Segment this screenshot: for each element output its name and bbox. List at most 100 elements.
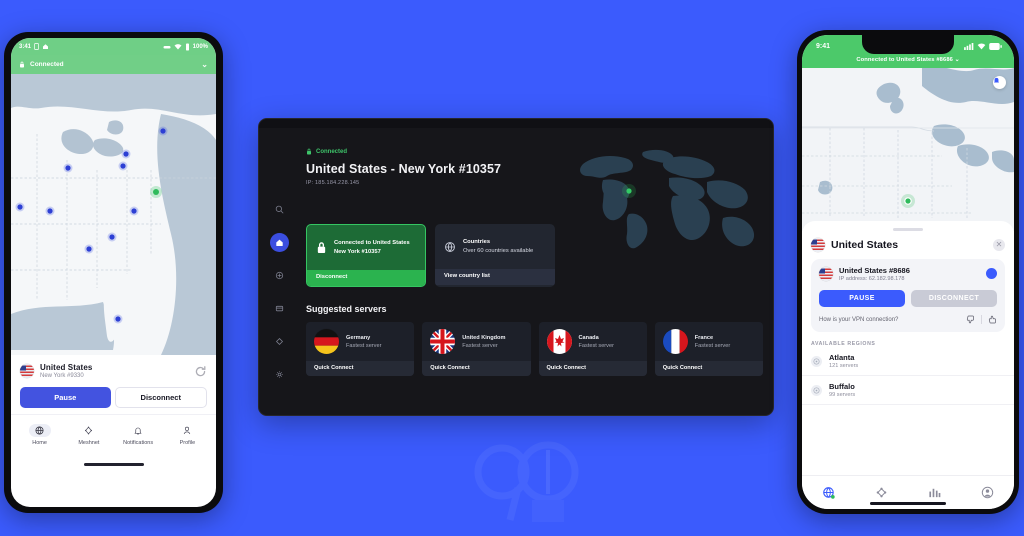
wifi-icon [174,43,182,49]
android-phone-frame: 3:41 100% Connected ⌄ United States New … [4,32,223,513]
android-nav-notifications[interactable]: Notifications [117,424,159,446]
android-nav-meshnet[interactable]: Meshnet [68,424,110,446]
sheet-grabber[interactable] [893,228,923,231]
thumbs-down-icon[interactable] [966,315,975,324]
desktop-countries-card-body: Countries Over 60 countries available [435,224,555,269]
android-screen: 3:41 100% Connected ⌄ United States New … [11,38,216,507]
globe-connected-icon [822,486,835,499]
suggested-server-country: United Kingdom [462,334,506,341]
iphone-screen: 9:41 Connected to United States #8686 ⌄ [802,35,1014,509]
android-action-buttons: Pause Disconnect [20,387,207,408]
iphone-connection-name: United States #8686 [839,265,910,275]
connected-dot-icon [986,268,997,280]
sidebar-item-settings[interactable] [270,365,289,384]
suggested-server-subtitle: Fastest server [462,342,498,349]
desktop-connection-line2: New York #10357 [334,248,381,255]
desktop-ip-address: IP: 185.184.228.145 [306,180,360,186]
home-icon [43,44,49,49]
lock-icon [317,242,326,253]
close-icon[interactable]: ✕ [993,238,1005,251]
sidebar-item-threat-protection[interactable] [270,266,289,285]
iphone-sheet-title: United States [831,238,899,251]
shield-plus-icon [275,271,283,280]
desktop-suggested-servers: Germany Fastest server Quick Connect Uni… [306,322,763,376]
gb-flag-icon [430,329,456,354]
quick-connect-button[interactable]: Quick Connect [538,361,647,376]
android-nav-profile-label: Profile [179,440,196,446]
desktop-countries-card[interactable]: Countries Over 60 countries available Vi… [435,224,555,287]
iphone-tab-meshnet[interactable] [867,486,897,499]
android-server-row[interactable]: United States New York #9330 [20,363,207,379]
suggested-server-card[interactable]: United Kingdom Fastest server Quick Conn… [422,322,531,376]
iphone-map[interactable] [802,68,1014,231]
iphone-connection-banner[interactable]: Connected to United States #8686 ⌄ [802,57,1014,68]
list-item[interactable]: Atlanta 121 servers [802,347,1014,376]
desktop-app-window: Connected United States - New York #1035… [258,118,774,416]
desktop-status-badge: Connected [306,148,763,155]
iphone-connection-ip: IP address: 62.182.98.178 [839,276,905,282]
desktop-titlebar[interactable] [259,119,773,128]
android-nav-profile[interactable]: Profile [166,424,208,446]
android-nav-meshnet-label: Meshnet [78,440,100,446]
suggested-server-country: Germany [346,334,371,341]
bell-icon[interactable] [993,76,1006,89]
chevron-down-icon[interactable]: ⌄ [201,60,208,69]
iphone-pause-button[interactable]: PAUSE [819,290,905,307]
sidebar-item-home[interactable] [269,233,289,252]
iphone-tab-stats[interactable] [920,486,950,499]
iphone-bottom-sheet: United States ✕ United States #8686 IP a… [802,221,1014,347]
android-pause-button[interactable]: Pause [20,387,111,408]
android-status-bar: 3:41 100% [11,38,216,55]
iphone-tab-profile[interactable] [973,486,1003,499]
ca-flag-icon [546,329,572,354]
list-item[interactable]: Buffalo 99 servers [802,376,1014,405]
battery-icon [185,43,189,50]
suggested-server-country: France [694,334,714,341]
person-circle-icon [981,486,994,499]
us-flag-icon [819,266,833,281]
iphone-sheet-header: United States ✕ [811,237,1005,252]
iphone-feedback-question: How is your VPN connection? [819,316,899,323]
vpn-key-icon [163,45,171,48]
meshnet-icon [78,424,100,437]
suggested-server-body: Germany Fastest server [306,322,414,361]
sidebar-item-password-manager[interactable] [270,299,289,318]
wifi-icon [977,42,986,49]
desktop-suggested-heading: Suggested servers [306,304,387,314]
android-connection-label: Connected [30,61,64,68]
cellular-icon [964,42,974,50]
region-servers: 99 servers [829,392,856,398]
us-flag-icon [811,237,825,252]
suggested-server-card[interactable]: France Fastest server Quick Connect [654,322,763,376]
watermark-logo [474,441,579,522]
desktop-disconnect-button[interactable]: Disconnect [307,270,425,286]
android-server-country: United States [40,363,93,372]
iphone-tab-vpn[interactable] [814,486,844,500]
android-disconnect-button[interactable]: Disconnect [114,387,207,408]
quick-connect-button[interactable]: Quick Connect [422,361,531,376]
desktop-countries-line1: Countries [463,239,491,246]
battery-icon [989,42,1002,50]
refresh-icon[interactable] [194,365,207,378]
suggested-server-card[interactable]: Canada Fastest server Quick Connect [538,322,647,376]
desktop-connection-card[interactable]: Connected to United States New York #103… [306,224,426,287]
suggested-server-body: France Fastest server [655,322,763,361]
android-nav-home[interactable]: Home [19,424,61,446]
desktop-view-country-list-button[interactable]: View country list [435,269,555,285]
region-name: Buffalo [829,382,855,391]
android-nav-notifications-label: Notifications [123,440,154,446]
sidebar-item-meshnet[interactable] [270,332,289,351]
android-status-time: 3:41 [19,43,32,50]
iphone-notch [862,35,954,54]
suggested-server-card[interactable]: Germany Fastest server Quick Connect [306,322,415,376]
suggested-server-subtitle: Fastest server [346,342,382,349]
quick-connect-button[interactable]: Quick Connect [654,361,763,376]
location-pin-icon [811,355,822,367]
android-map[interactable] [11,74,216,355]
thumbs-up-icon[interactable] [988,315,997,324]
sidebar-item-search[interactable] [270,200,289,219]
location-pin-icon [811,384,822,396]
iphone-disconnect-button[interactable]: DISCONNECT [911,290,997,307]
android-connection-bar[interactable]: Connected ⌄ [11,55,216,74]
quick-connect-button[interactable]: Quick Connect [306,361,415,376]
